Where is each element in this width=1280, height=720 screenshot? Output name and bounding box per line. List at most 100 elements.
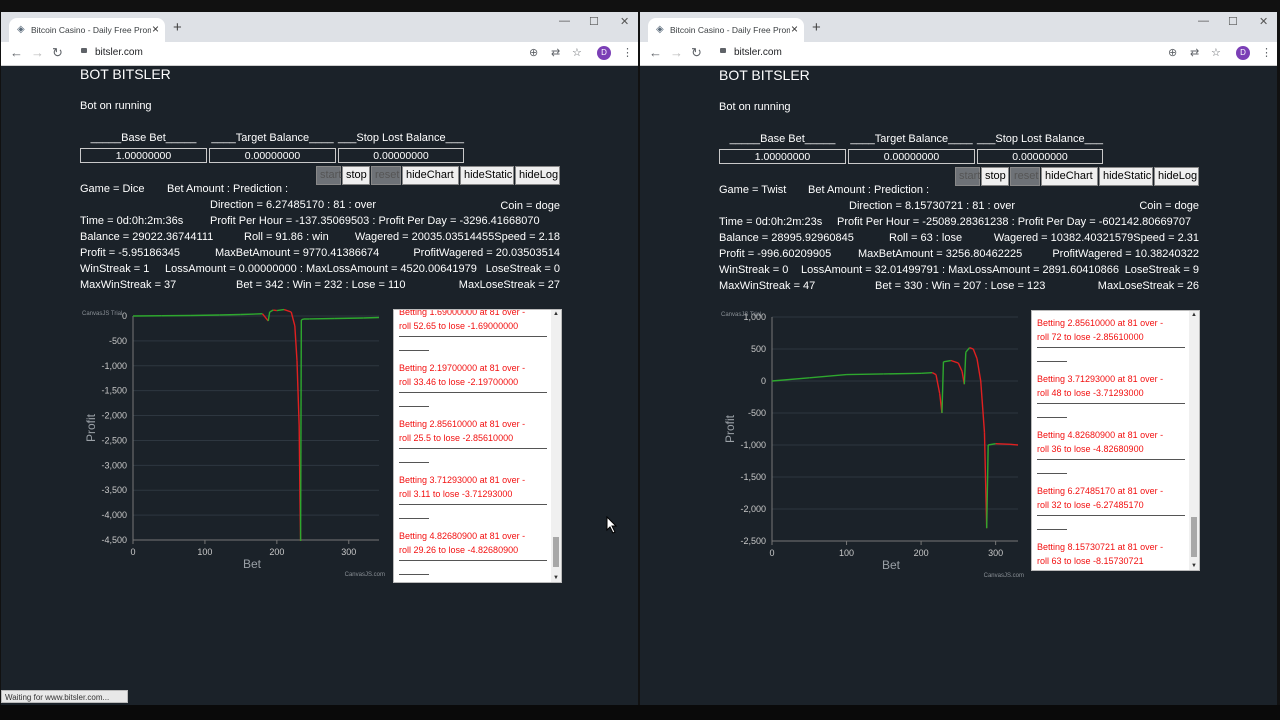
reset-button[interactable]: reset	[1010, 167, 1040, 186]
x-tick-label: 200	[914, 548, 929, 558]
profit-stat: Profit = -996.60209905	[719, 248, 832, 260]
profit-rate-stat: Profit Per Hour = -137.35069503 : Profit…	[210, 215, 540, 227]
log-entry-roll: roll 33.46 to lose -2.19700000	[399, 377, 519, 387]
series-segment	[963, 352, 967, 385]
log-separator	[1037, 515, 1185, 516]
target-balance-input[interactable]: 0.00000000	[848, 149, 975, 164]
log-scrollbar[interactable]: ▲ ▼	[1189, 311, 1199, 570]
new-tab-icon[interactable]: +	[812, 19, 821, 36]
y-tick-label: -4,000	[101, 510, 127, 520]
hide-chart-button[interactable]: hideChart	[402, 166, 459, 185]
minimize-icon[interactable]: —	[559, 15, 570, 27]
scroll-thumb[interactable]	[1191, 517, 1197, 557]
reload-icon[interactable]: ↻	[691, 45, 702, 61]
install-icon[interactable]: ⊕	[1168, 46, 1177, 59]
log-scrollbar[interactable]: ▲ ▼	[551, 310, 561, 582]
log-entry-roll: roll 3.11 to lose -3.71293000	[399, 489, 513, 499]
browser-toolbar: ← → ↻ bitsler.com ⊕ ⇄ ☆ D ⋮	[640, 42, 1277, 66]
bet-count-stat: Bet = 330 : Win = 207 : Lose = 123	[875, 280, 1046, 292]
log-entry-roll: roll 63 to lose -8.15730721	[1037, 556, 1144, 566]
stop-button[interactable]: stop	[342, 166, 370, 185]
menu-icon[interactable]: ⋮	[1261, 46, 1272, 59]
y-axis-label: Profit	[84, 413, 98, 442]
log-entry-roll: roll 72 to lose -2.85610000	[1037, 332, 1144, 342]
y-tick-label: -1,000	[101, 361, 127, 371]
wagered-stat: Wagered = 20035.03514455Speed = 2.18	[354, 231, 560, 243]
hide-log-button[interactable]: hideLog	[515, 166, 560, 185]
new-tab-icon[interactable]: +	[173, 19, 182, 36]
star-icon[interactable]: ☆	[1211, 46, 1221, 59]
avatar[interactable]: D	[597, 46, 611, 60]
y-tick-label: -2,000	[740, 504, 766, 514]
avatar[interactable]: D	[1236, 46, 1250, 60]
series-segment	[985, 444, 989, 529]
log-separator	[399, 448, 547, 449]
browser-tab[interactable]: ◈ Bitcoin Casino - Daily Free Promo ×	[9, 18, 165, 42]
start-button[interactable]: start	[955, 167, 980, 186]
scroll-up-icon[interactable]: ▲	[553, 311, 559, 317]
chart-credit-top: CanvasJS Trial	[721, 312, 761, 318]
scroll-down-icon[interactable]: ▼	[553, 575, 559, 581]
log-entry: Betting 3.71293000 at 81 over - roll 48 t…	[1037, 372, 1187, 400]
hide-log-button[interactable]: hideLog	[1154, 167, 1199, 186]
log-entry-bet: Betting 3.71293000 at 81 over -	[399, 475, 526, 485]
scroll-thumb[interactable]	[553, 537, 559, 567]
scroll-up-icon[interactable]: ▲	[1191, 312, 1197, 318]
back-icon[interactable]: ←	[649, 45, 662, 60]
log-entry-bet: Betting 8.15730721 at 81 over -	[1037, 542, 1164, 552]
base-bet-input[interactable]: 1.00000000	[80, 148, 207, 163]
translate-icon[interactable]: ⇄	[1190, 46, 1199, 59]
close-window-icon[interactable]: ✕	[620, 15, 629, 28]
series-segment	[965, 347, 971, 353]
page-title: BOT BITSLER	[719, 67, 810, 83]
bet-amount-stat: Bet Amount : Prediction :	[167, 183, 289, 195]
stop-button[interactable]: stop	[981, 167, 1009, 186]
back-icon[interactable]: ←	[10, 45, 23, 60]
bet-log[interactable]: ▲ ▼ Betting 1.69000000 at 81 over - roll …	[393, 309, 562, 583]
translate-icon[interactable]: ⇄	[551, 46, 560, 59]
time-stat: Time = 0d:0h:2m:36s	[80, 215, 184, 227]
close-tab-icon[interactable]: ×	[152, 22, 159, 36]
page-title: BOT BITSLER	[80, 66, 171, 82]
scroll-down-icon[interactable]: ▼	[1191, 563, 1197, 569]
bet-log[interactable]: ▲ ▼ Betting 2.85610000 at 81 over - roll …	[1031, 310, 1200, 571]
maximize-icon[interactable]: ☐	[589, 15, 599, 28]
y-tick-label: 0	[122, 311, 127, 321]
address-bar[interactable]: bitsler.com	[95, 47, 143, 58]
series-segment	[301, 318, 304, 321]
base-bet-input[interactable]: 1.00000000	[719, 149, 846, 164]
browser-tab[interactable]: ◈ Bitcoin Casino - Daily Free Promo ×	[648, 18, 804, 42]
y-tick-label: -500	[109, 336, 127, 346]
hide-chart-button[interactable]: hideChart	[1041, 167, 1098, 186]
series-segment	[883, 372, 922, 375]
target-balance-input[interactable]: 0.00000000	[209, 148, 336, 163]
bot-status: Bot on running	[80, 100, 152, 112]
log-entry-roll: roll 29.26 to lose -4.82680900	[399, 545, 519, 555]
star-icon[interactable]: ☆	[572, 46, 582, 59]
close-tab-icon[interactable]: ×	[791, 22, 798, 36]
log-entry: Betting 2.19700000 at 81 over - roll 33.4…	[399, 361, 549, 389]
close-window-icon[interactable]: ✕	[1259, 15, 1268, 28]
roll-stat: Roll = 91.86 : win	[244, 231, 329, 243]
minimize-icon[interactable]: —	[1198, 15, 1209, 27]
forward-icon[interactable]: →	[31, 45, 44, 60]
profit-rate-stat: Profit Per Hour = -25089.28361238 : Prof…	[837, 216, 1192, 228]
maximize-icon[interactable]: ☐	[1228, 15, 1238, 28]
profit-wagered-stat: ProfitWagered = 10.38240322	[1052, 248, 1199, 260]
forward-icon[interactable]: →	[670, 45, 683, 60]
hide-static-button[interactable]: hideStatic	[460, 166, 514, 185]
balance-stat: Balance = 29022.36744111	[80, 231, 214, 243]
menu-icon[interactable]: ⋮	[622, 46, 633, 59]
series-segment	[950, 359, 959, 364]
stop-lost-input[interactable]: 0.00000000	[338, 148, 464, 163]
address-bar[interactable]: bitsler.com	[734, 47, 782, 58]
wagered-stat: Wagered = 10382.40321579Speed = 2.31	[993, 232, 1199, 244]
reload-icon[interactable]: ↻	[52, 45, 63, 61]
reset-button[interactable]: reset	[371, 166, 401, 185]
tab-strip: ◈ Bitcoin Casino - Daily Free Promo × + …	[640, 12, 1277, 42]
start-button[interactable]: start	[316, 166, 341, 185]
install-icon[interactable]: ⊕	[529, 46, 538, 59]
hide-static-button[interactable]: hideStatic	[1099, 167, 1153, 186]
log-entry: Betting 8.15730721 at 81 over - roll 63 t…	[1037, 540, 1187, 568]
stop-lost-input[interactable]: 0.00000000	[977, 149, 1103, 164]
